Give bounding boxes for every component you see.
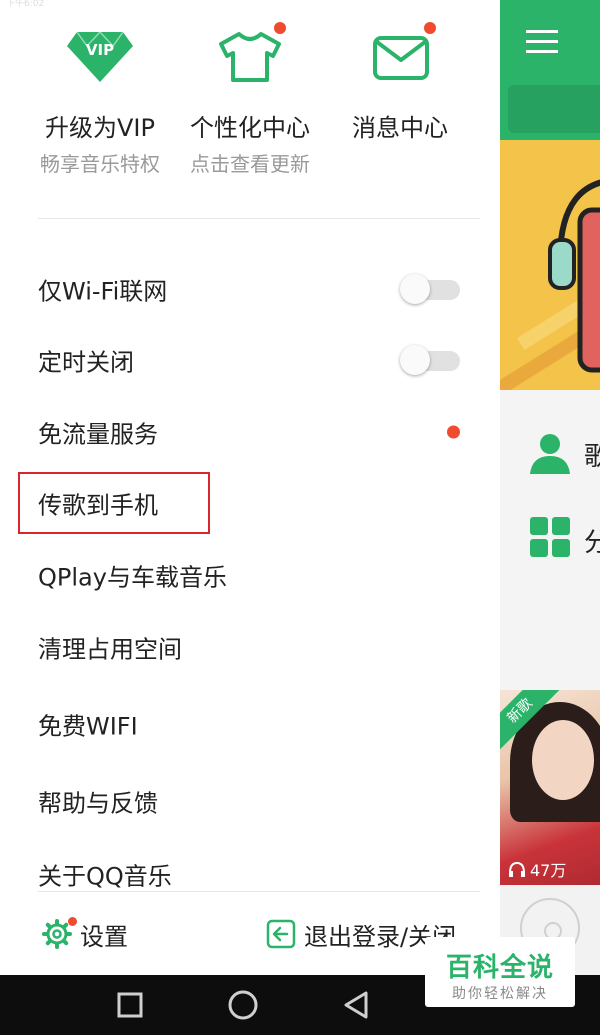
personalization-subtitle: 点击查看更新 <box>190 152 310 176</box>
album-play-count: 47万 <box>508 857 566 881</box>
background-banner[interactable] <box>500 140 600 390</box>
settings-label: 设置 <box>80 922 128 951</box>
background-row-label-1: 歌 <box>584 442 600 472</box>
message-badge-dot <box>424 22 436 34</box>
side-drawer: 下午6:02 VIP 升级为VIP 畅享音乐特权 个性化中心 点击查看更新 消息… <box>0 0 500 975</box>
menu-item-sleep-timer[interactable]: 定时关闭 <box>0 332 500 388</box>
background-list: 歌 分 <box>500 390 600 690</box>
settings-badge-dot <box>68 917 77 926</box>
category-grid-icon <box>530 517 570 557</box>
menu-item-label: 免流量服务 <box>38 420 158 449</box>
menu-item-label: 关于QQ音乐 <box>38 862 172 891</box>
background-row-label-2: 分 <box>584 528 600 558</box>
singer-person-icon <box>530 434 570 474</box>
background-search-bar[interactable] <box>508 85 600 133</box>
menu-item-label: 定时关闭 <box>38 348 134 377</box>
message-center-title: 消息中心 <box>352 114 448 142</box>
watermark-subtitle: 助你轻松解决 <box>452 986 548 1002</box>
menu-item-help-feedback[interactable]: 帮助与反馈 <box>0 773 500 829</box>
vip-title: 升级为VIP <box>45 114 155 142</box>
highlight-annotation-box <box>18 472 210 534</box>
square-icon[interactable] <box>112 987 148 1023</box>
play-count-text: 47万 <box>530 861 567 880</box>
tshirt-icon <box>219 32 281 82</box>
menu-item-label: QPlay与车载音乐 <box>38 563 227 592</box>
vip-diamond-icon: VIP <box>67 30 133 82</box>
menu-item-about[interactable]: 关于QQ音乐 <box>0 846 500 902</box>
background-top-bar <box>500 0 600 140</box>
personalization-center-button[interactable]: 个性化中心 点击查看更新 <box>170 22 330 182</box>
personalization-title: 个性化中心 <box>190 114 310 142</box>
menu-item-free-wifi[interactable]: 免费WIFI <box>0 696 500 752</box>
envelope-icon <box>373 36 429 80</box>
menu-item-free-data[interactable]: 免流量服务 <box>0 404 500 460</box>
menu-item-qplay-car[interactable]: QPlay与车载音乐 <box>0 547 500 603</box>
upgrade-vip-button[interactable]: VIP 升级为VIP 畅享音乐特权 <box>20 22 180 182</box>
circle-icon[interactable] <box>225 987 261 1023</box>
new-song-album-card[interactable]: 新歌 47万 <box>500 690 600 885</box>
toggle-knob <box>400 274 430 304</box>
headphones-illustration-icon <box>548 179 600 373</box>
wifi-only-toggle[interactable] <box>398 272 462 306</box>
header-divider <box>38 218 480 219</box>
sleep-timer-toggle[interactable] <box>398 343 462 377</box>
toggle-knob <box>400 345 430 375</box>
background-app-panel[interactable]: 歌 分 新歌 47万 <box>500 0 600 975</box>
menu-item-clean-storage[interactable]: 清理占用空间 <box>0 619 500 675</box>
hamburger-menu-icon[interactable] <box>526 28 558 54</box>
back-triangle-icon[interactable] <box>338 987 374 1023</box>
status-bar-time: 下午6:02 <box>6 0 45 8</box>
menu-item-label: 清理占用空间 <box>38 635 182 664</box>
personalization-badge-dot <box>274 22 286 34</box>
menu-item-label: 仅Wi-Fi联网 <box>38 277 168 306</box>
svg-text:VIP: VIP <box>86 41 114 59</box>
menu-item-label: 帮助与反馈 <box>38 789 158 818</box>
headphone-small-icon <box>509 861 525 877</box>
watermark-title: 百科全说 <box>445 953 554 983</box>
menu-item-label: 免费WIFI <box>38 712 138 741</box>
menu-item-wifi-only[interactable]: 仅Wi-Fi联网 <box>0 261 500 317</box>
exit-arrow-icon <box>266 919 296 949</box>
free-data-badge-dot <box>447 425 460 439</box>
baike-watermark: 百科全说 助你轻松解决 <box>425 937 575 1007</box>
message-center-button[interactable]: 消息中心 <box>320 22 480 182</box>
vip-subtitle: 畅享音乐特权 <box>40 152 160 176</box>
footer-divider <box>38 891 480 892</box>
settings-button[interactable]: 设置 <box>42 906 128 962</box>
